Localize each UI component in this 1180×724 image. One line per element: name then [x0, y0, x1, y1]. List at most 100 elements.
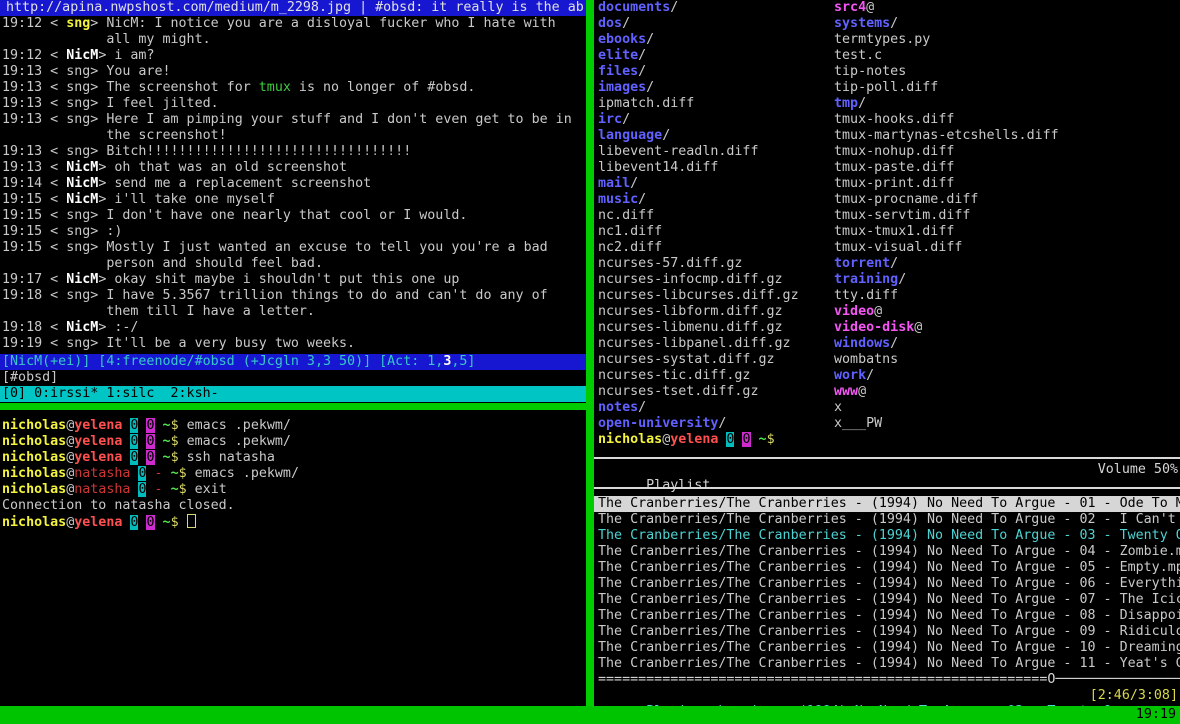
text-segment: NicM [66, 176, 98, 191]
now-playing: Playing: berries - (1994) No Need To Arg… [594, 688, 1180, 704]
text-segment: 0 [146, 434, 154, 449]
playlist-row[interactable]: The Cranberries/The Cranberries - (1994)… [594, 544, 1180, 560]
playlist-title: Playlist [646, 478, 710, 493]
type-suffix: / [858, 96, 866, 111]
file-entry: nc1.diff [598, 224, 799, 240]
file-name: tmux-servtim.diff [834, 208, 970, 223]
playlist-row[interactable]: The Cranberries/The Cranberries - (1994)… [594, 512, 1180, 528]
directory-name: systems [834, 16, 890, 31]
shell-line: nicholas@yelena 0 0 ~$ [2, 514, 586, 530]
type-suffix: / [662, 128, 670, 143]
file-name: tmux-hooks.diff [834, 112, 954, 127]
file-entry: ncurses-libform.diff.gz [598, 304, 799, 320]
chat-line: 19:15 < sng> Mostly I just wanted an exc… [2, 240, 586, 256]
playlist-row[interactable]: The Cranberries/The Cranberries - (1994)… [594, 560, 1180, 576]
separator-line [594, 487, 1180, 489]
tmux-terminal[interactable]: http://apina.nwpshost.com/medium/m_2298.… [0, 0, 1180, 724]
file-name: ncurses-tset.diff.gz [598, 384, 758, 399]
file-entry: tmux-visual.diff [834, 240, 1059, 256]
type-suffix: / [638, 192, 646, 207]
file-name: tmux-martynas-etcshells.diff [834, 128, 1059, 143]
text-segment: ~ [163, 418, 171, 433]
volume-indicator: Volume 50% [1098, 462, 1178, 478]
text-segment: > i'll take one myself [98, 192, 275, 207]
progress-bar[interactable]: ========================================… [594, 672, 1180, 688]
text-segment: is no longer of #obsd. [291, 80, 476, 95]
playlist-row[interactable]: The Cranberries/The Cranberries - (1994)… [594, 608, 1180, 624]
file-entry: ncurses-libmenu.diff.gz [598, 320, 799, 336]
text-segment: 19:15 < sng> I don't have one nearly tha… [2, 208, 467, 223]
playlist-row[interactable]: The Cranberries/The Cranberries - (1994)… [594, 640, 1180, 656]
file-name: termtypes.py [834, 32, 930, 47]
text-segment: 19:18 < [2, 320, 66, 335]
directory-name: windows [834, 336, 890, 351]
file-entry: src4@ [834, 0, 1059, 16]
type-suffix: / [646, 80, 654, 95]
playlist-row[interactable]: The Cranberries/The Cranberries - (1994)… [594, 496, 1180, 512]
text-segment: yelena [74, 515, 122, 530]
file-entry: notes/ [598, 400, 799, 416]
text-segment: > :-/ [98, 320, 138, 335]
chat-line: 19:17 < NicM> okay shit maybe i shouldn'… [2, 272, 586, 288]
file-entry: torrent/ [834, 256, 1059, 272]
irssi-status-bar: [NicM(+ei)] [4:freenode/#obsd (+Jcgln 3,… [0, 354, 586, 370]
file-name: tip-poll.diff [834, 80, 938, 95]
text-segment [146, 482, 154, 497]
file-entry: images/ [598, 80, 799, 96]
text-segment [155, 515, 163, 530]
irc-pane[interactable]: http://apina.nwpshost.com/medium/m_2298.… [0, 0, 586, 706]
text-segment: 0 [742, 432, 750, 447]
chat-line: the screenshot! [2, 128, 586, 144]
file-name: nc.diff [598, 208, 654, 223]
irssi-input-line[interactable]: [#obsd] [0, 370, 586, 386]
text-segment: 19:13 < sng> The screenshot for [2, 80, 259, 95]
playlist-row[interactable]: The Cranberries/The Cranberries - (1994)… [594, 528, 1180, 544]
text-segment: 19:13 < sng> Here I am pimping your stuf… [2, 112, 572, 127]
pane-divider-vertical[interactable] [586, 0, 594, 706]
shell-line: nicholas@natasha 0 - ~$ emacs .pekwm/ [2, 466, 586, 482]
text-segment: 19:19 < sng> It'll be a very busy two we… [2, 336, 355, 351]
text-segment: tmux [259, 80, 291, 95]
file-entry: ncurses-tset.diff.gz [598, 384, 799, 400]
text-segment: yelena [670, 432, 718, 447]
playlist[interactable]: The Cranberries/The Cranberries - (1994)… [594, 496, 1180, 672]
text-segment: 0 [146, 515, 154, 530]
text-segment: emacs .pekwm/ [179, 434, 291, 449]
text-segment: ~ [759, 432, 767, 447]
text-segment: 19:13 < sng> Bitch!!!!!!!!!!!!!!!!!!!!!!… [2, 144, 411, 159]
type-suffix: / [622, 16, 630, 31]
file-entry: wombatns [834, 352, 1059, 368]
text-segment: emacs .pekwm/ [187, 466, 299, 481]
directory-name: ebooks [598, 32, 646, 47]
playlist-row[interactable]: The Cranberries/The Cranberries - (1994)… [594, 592, 1180, 608]
text-segment: Connection to natasha closed. [2, 498, 235, 513]
directory-name: language [598, 128, 662, 143]
file-and-music-pane[interactable]: documents/dos/ebooks/elite/files/images/… [594, 0, 1180, 706]
chat-line: 19:13 < sng> I feel jilted. [2, 96, 586, 112]
file-entry: work/ [834, 368, 1059, 384]
chat-line: 19:18 < sng> I have 5.3567 trillion thin… [2, 288, 586, 304]
type-suffix: @ [858, 384, 866, 399]
inner-tmux-status-bar[interactable]: [0] 0:irssi* 1:silc 2:ksh- [0, 386, 586, 402]
text-segment: NicM [66, 48, 98, 63]
text-segment: 19:12 < [2, 16, 66, 31]
separator-line [594, 457, 1180, 459]
shell-history[interactable]: nicholas@yelena 0 0 ~$ emacs .pekwm/nich… [0, 418, 586, 530]
file-entry: dos/ [598, 16, 799, 32]
text-segment: ~ [163, 450, 171, 465]
text-segment: 19:14 < [2, 176, 66, 191]
file-entry: ipmatch.diff [598, 96, 799, 112]
playlist-row[interactable]: The Cranberries/The Cranberries - (1994)… [594, 624, 1180, 640]
chat-line: 19:13 < sng> You are! [2, 64, 586, 80]
text-segment: natasha [74, 466, 130, 481]
type-suffix: / [670, 0, 678, 15]
playlist-row[interactable]: The Cranberries/The Cranberries - (1994)… [594, 576, 1180, 592]
track-time: [2:46/3:08] [1090, 688, 1178, 704]
type-suffix: / [898, 272, 906, 287]
shell-prompt[interactable]: nicholas@yelena 0 0 ~$ [598, 432, 775, 448]
file-entry: ebooks/ [598, 32, 799, 48]
chat-line: them till I have a letter. [2, 304, 586, 320]
tmux-status-bar[interactable]: [0] 0:ksh* 1:todo 2:todo2 3:ncmpc- 4:mut… [0, 706, 1180, 724]
playlist-row[interactable]: The Cranberries/The Cranberries - (1994)… [594, 656, 1180, 672]
text-segment: them till I have a letter. [2, 304, 315, 319]
